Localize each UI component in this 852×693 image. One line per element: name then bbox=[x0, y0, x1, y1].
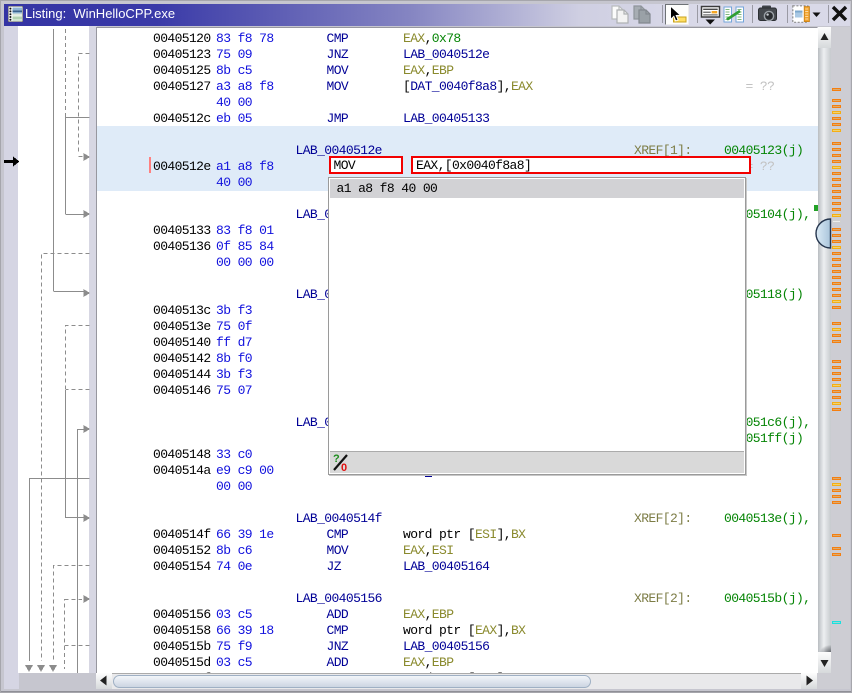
svg-text:0: 0 bbox=[341, 462, 347, 473]
